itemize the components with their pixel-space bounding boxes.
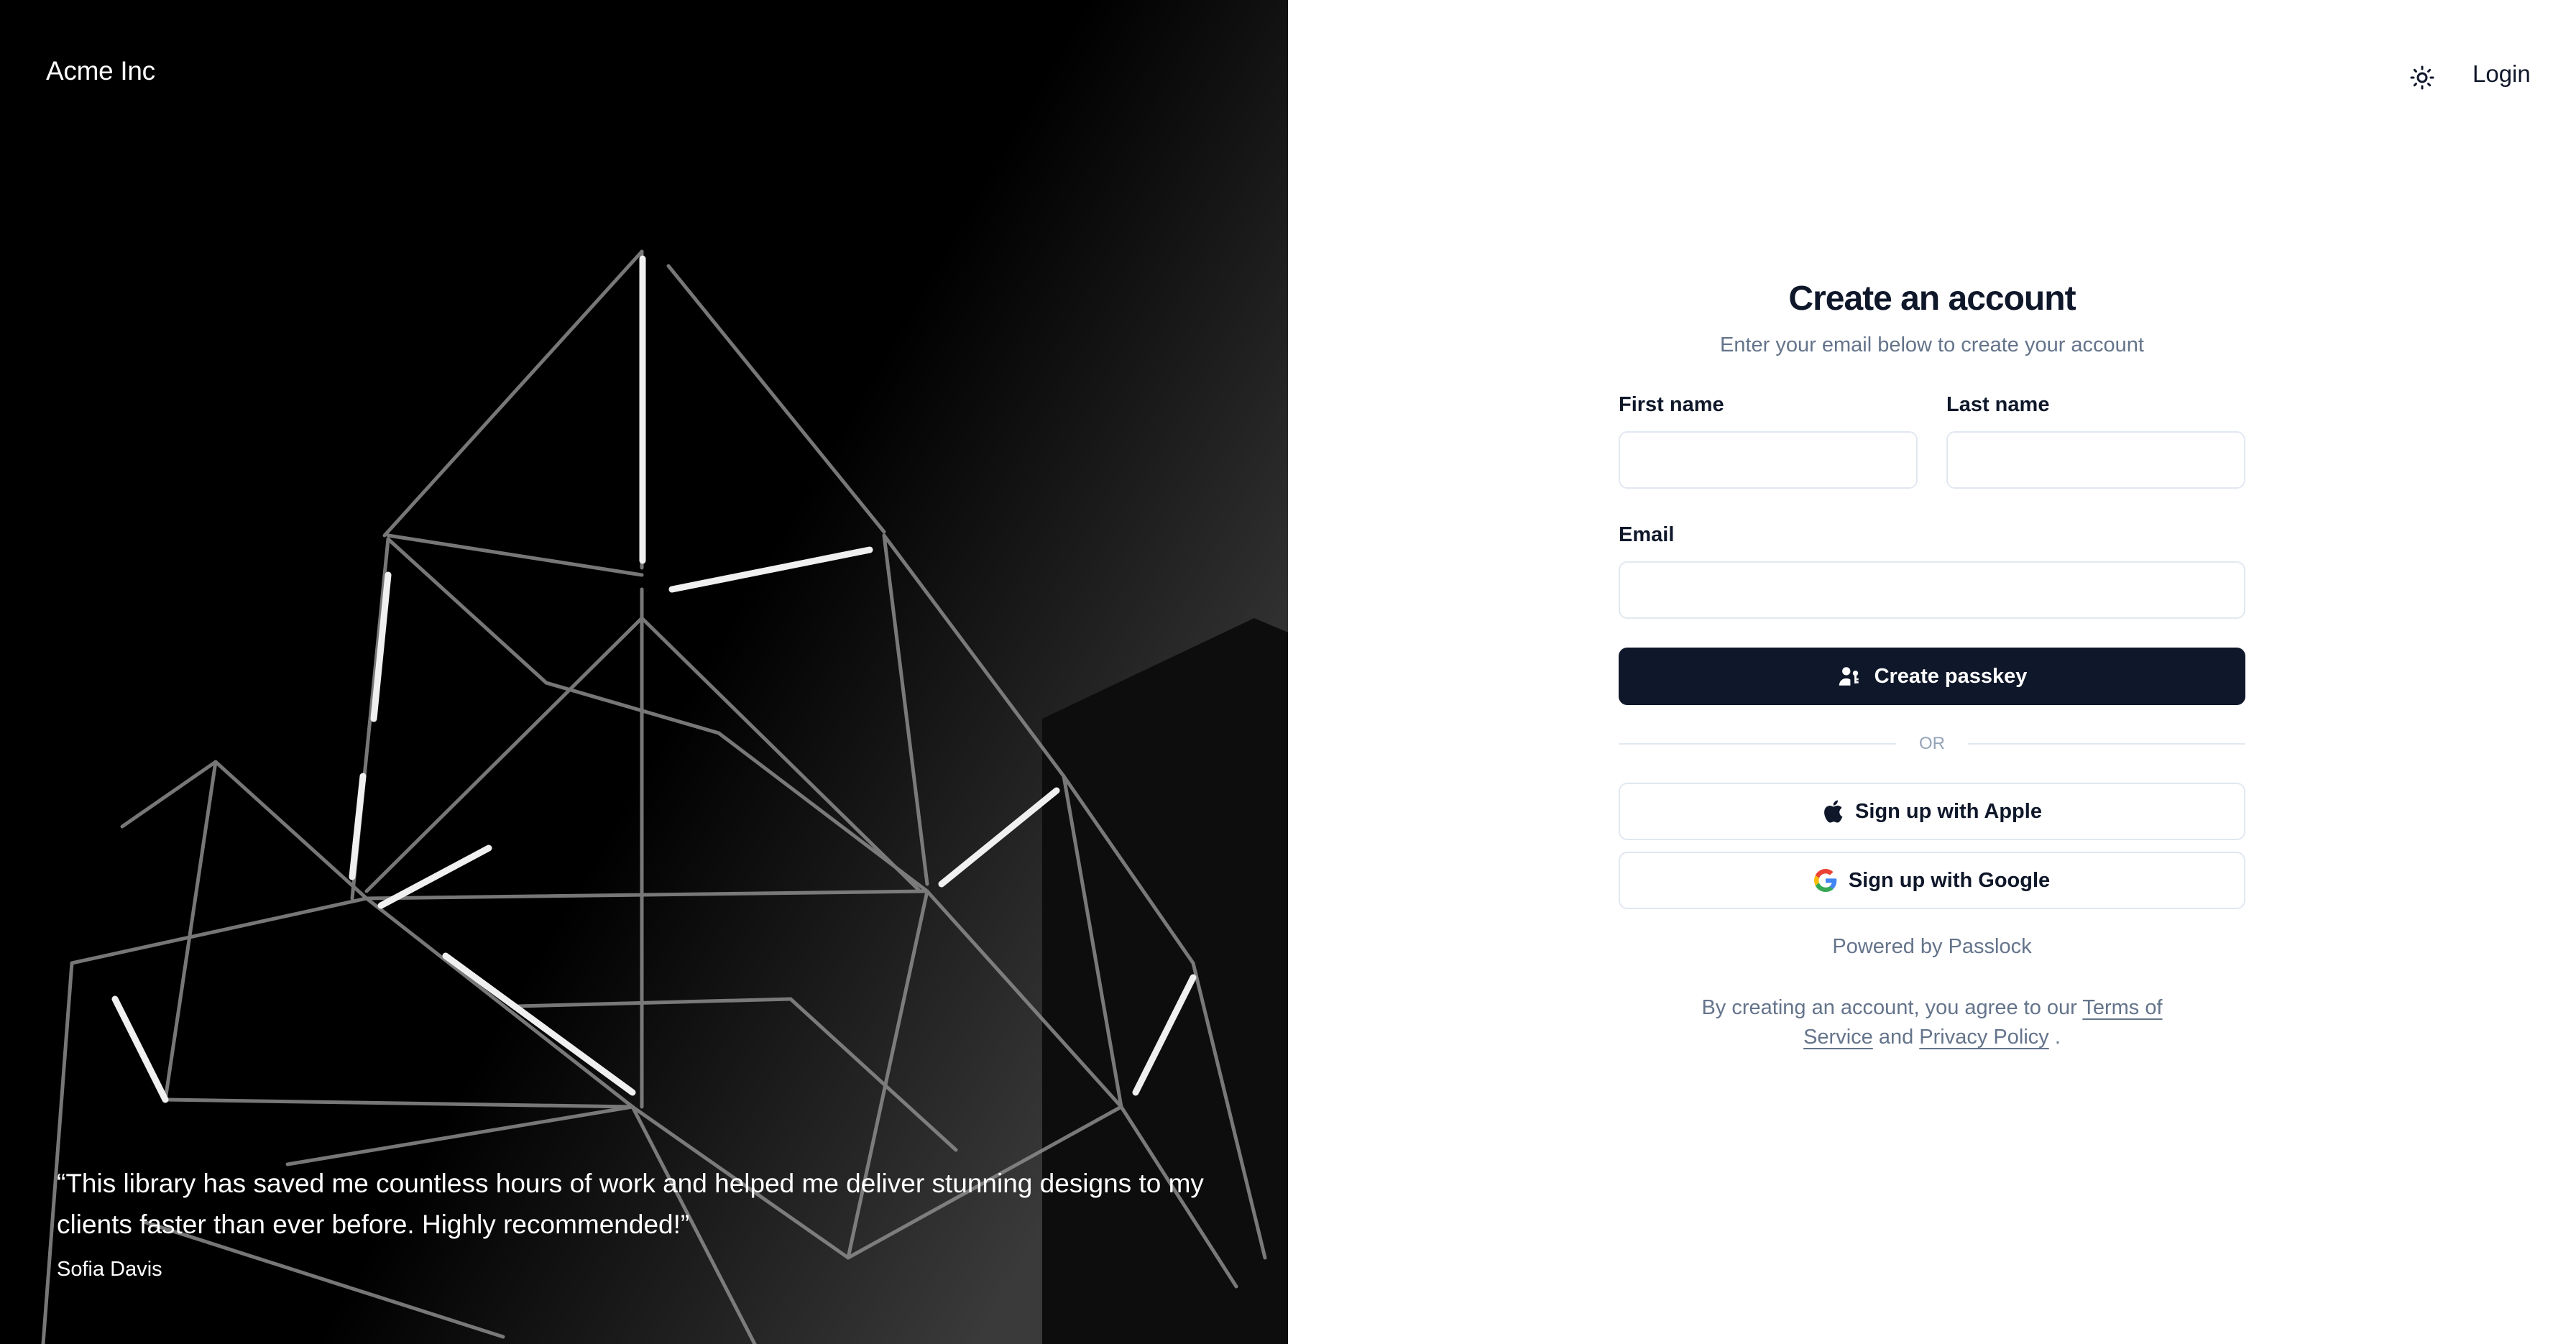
hero-panel: Acme Inc “This library has saved me coun… <box>0 0 1288 1344</box>
divider-line-left <box>1619 743 1896 745</box>
brand-name: Acme Inc <box>46 56 155 86</box>
page-subtitle: Enter your email below to create your ac… <box>1720 333 2144 356</box>
email-label: Email <box>1619 523 1675 546</box>
first-name-input[interactable] <box>1619 431 1918 489</box>
terms-notice: By creating an account, you agree to our… <box>1695 993 2169 1052</box>
apple-signup-label: Sign up with Apple <box>1855 799 2042 823</box>
last-name-input[interactable] <box>1946 431 2245 489</box>
first-name-group: First name <box>1619 393 1918 489</box>
divider-line-right <box>1968 743 2245 745</box>
powered-by: Powered by Passlock <box>1832 935 2032 958</box>
apple-icon <box>1824 800 1843 823</box>
or-divider: OR <box>1619 734 2245 754</box>
email-input[interactable] <box>1619 561 2245 619</box>
sun-icon <box>2410 65 2434 90</box>
hero-image <box>0 0 1288 1344</box>
divider-text: OR <box>1919 734 1945 753</box>
first-name-label: First name <box>1619 393 1724 416</box>
terms-prefix: By creating an account, you agree to our <box>1701 996 2077 1019</box>
create-passkey-label: Create passkey <box>1874 664 2028 688</box>
signup-form: Create an account Enter your email below… <box>1619 273 2245 1052</box>
last-name-label: Last name <box>1946 393 2050 416</box>
testimonial: “This library has saved me countless hou… <box>57 1163 1236 1281</box>
login-link[interactable]: Login <box>2472 60 2531 88</box>
testimonial-quote: “This library has saved me countless hou… <box>57 1169 1204 1239</box>
theme-toggle-button[interactable] <box>2401 56 2444 99</box>
terms-suffix: . <box>2054 1026 2061 1049</box>
apple-signup-button[interactable]: Sign up with Apple <box>1619 783 2245 840</box>
last-name-group: Last name <box>1946 393 2245 489</box>
google-signup-button[interactable]: Sign up with Google <box>1619 852 2245 909</box>
email-group: Email <box>1619 523 2245 619</box>
page-title: Create an account <box>1788 280 2076 318</box>
name-row: First name Last name <box>1619 393 2245 489</box>
create-passkey-button[interactable]: Create passkey <box>1619 648 2245 705</box>
testimonial-author: Sofia Davis <box>57 1258 162 1281</box>
google-signup-label: Sign up with Google <box>1848 868 2051 892</box>
user-key-icon <box>1839 667 1859 686</box>
page: Acme Inc “This library has saved me coun… <box>0 0 2576 1344</box>
privacy-policy-link[interactable]: Privacy Policy <box>1919 1026 2049 1049</box>
terms-and: and <box>1878 1026 1914 1049</box>
google-icon <box>1813 869 1837 892</box>
